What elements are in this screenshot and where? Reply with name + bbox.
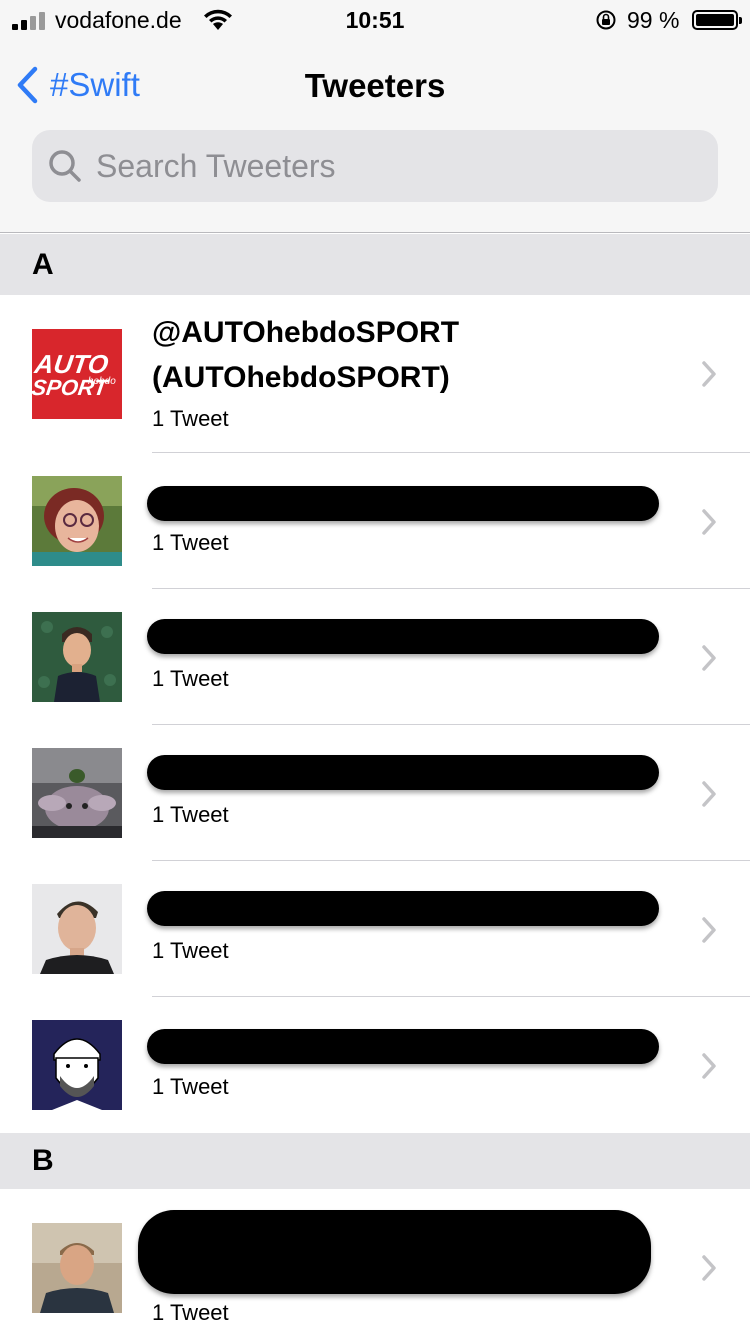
redacted-name xyxy=(138,1210,651,1294)
tweeter-handle: @AUTOhebdoSPORT xyxy=(152,316,460,349)
tweet-count: 1 Tweet xyxy=(152,530,229,555)
status-bar: vodafone.de 10:51 99 % xyxy=(0,0,750,40)
list-item[interactable]: 1 Tweet xyxy=(0,1189,750,1334)
battery-icon xyxy=(692,10,742,30)
avatar xyxy=(32,1020,122,1110)
logo-bottom: SPORT xyxy=(32,375,111,400)
chevron-right-icon xyxy=(702,781,716,807)
avatar xyxy=(32,612,122,702)
tweeter-display-name: (AUTOhebdoSPORT) xyxy=(152,361,450,394)
search-placeholder: Search Tweeters xyxy=(96,147,336,184)
creature-photo xyxy=(32,748,122,838)
section-letter: A xyxy=(32,247,54,281)
tweet-count: 1 Tweet xyxy=(152,1074,229,1099)
avatar xyxy=(32,1223,122,1313)
illustrated-man xyxy=(32,1020,122,1110)
tweet-count: 1 Tweet xyxy=(152,938,229,963)
avatar xyxy=(32,476,122,566)
avatar: AUTO hebdo SPORT xyxy=(32,329,122,419)
list-item[interactable]: 1 Tweet xyxy=(0,725,750,861)
section-header-a: A xyxy=(0,234,750,295)
list-item[interactable]: 1 Tweet xyxy=(0,453,750,589)
redacted-name xyxy=(147,619,659,654)
avatar xyxy=(32,884,122,974)
tweet-count: 1 Tweet xyxy=(152,666,229,691)
redacted-name xyxy=(147,486,659,521)
redacted-name xyxy=(147,755,659,790)
tweet-count: 1 Tweet xyxy=(152,802,229,827)
list-item[interactable]: AUTO hebdo SPORT @AUTOhebdoSPORT (AUTOhe… xyxy=(0,295,750,453)
bitmoji-avatar xyxy=(32,612,122,702)
chevron-right-icon xyxy=(702,917,716,943)
list-item[interactable]: 1 Tweet xyxy=(0,861,750,997)
woman-photo xyxy=(32,476,122,566)
list-item[interactable]: 1 Tweet xyxy=(0,997,750,1133)
man-photo-2 xyxy=(32,1223,122,1313)
chevron-right-icon xyxy=(702,1053,716,1079)
chevron-right-icon xyxy=(702,645,716,671)
redacted-name xyxy=(147,891,659,926)
tweet-count: 1 Tweet xyxy=(152,406,229,431)
chevron-right-icon xyxy=(702,1255,716,1281)
section-letter: B xyxy=(32,1144,54,1177)
chevron-right-icon xyxy=(702,361,716,387)
tweeter-name: @AUTOhebdoSPORT (AUTOhebdoSPORT) xyxy=(152,310,459,400)
navigation-bar: #Swift Tweeters xyxy=(0,55,750,115)
tweet-count: 1 Tweet xyxy=(152,1300,229,1325)
orientation-lock-icon xyxy=(596,10,616,30)
chevron-right-icon xyxy=(702,509,716,535)
list-item[interactable]: 1 Tweet xyxy=(0,589,750,725)
redacted-name xyxy=(147,1029,659,1064)
auto-hebdo-sport-logo: AUTO hebdo SPORT xyxy=(32,329,122,419)
man-photo xyxy=(32,884,122,974)
page-title: Tweeters xyxy=(304,67,446,104)
search-icon xyxy=(49,150,81,182)
battery-percent: 99 % xyxy=(627,7,680,33)
header: vodafone.de 10:51 99 % #Swift Tweeters S xyxy=(0,0,750,233)
section-header-b: B xyxy=(0,1133,750,1189)
avatar xyxy=(32,748,122,838)
search-field[interactable]: Search Tweeters xyxy=(32,130,718,202)
